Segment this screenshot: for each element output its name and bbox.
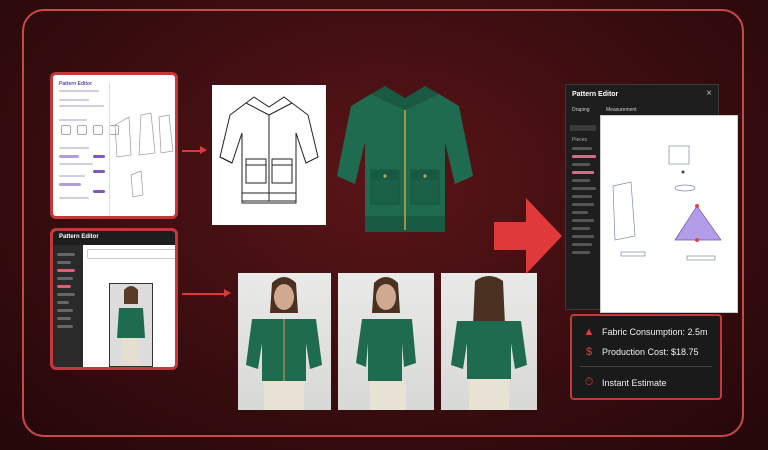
close-icon[interactable]: ×	[706, 88, 712, 99]
jacket-icon: ▲	[583, 326, 595, 338]
tab-draping[interactable]: Draping	[572, 107, 590, 113]
jacket-product-image	[335, 80, 475, 240]
big-arrow-right-icon	[494, 198, 562, 274]
thumbnail-title: Pattern Editor	[59, 81, 93, 87]
tab-measurement[interactable]: Measurement	[606, 107, 637, 113]
cost-estimate-card: ▲ Fabric Consumption: 2.5m $ Production …	[570, 314, 722, 400]
model-photo-back	[441, 273, 537, 410]
dollar-icon: $	[585, 346, 593, 358]
pattern-canvas[interactable]	[600, 115, 738, 313]
thumbnail-dark-title: Pattern Editor	[59, 234, 99, 240]
pattern-editor-thumbnail-light[interactable]: Pattern Editor	[50, 72, 178, 219]
arrow-right-icon	[200, 146, 207, 154]
section-pieces-label: Pieces	[572, 137, 588, 143]
model-mini-icon	[117, 286, 145, 364]
instant-estimate-text: Instant Estimate	[602, 377, 667, 388]
production-cost-text: Production Cost: $18.75	[602, 347, 699, 357]
pattern-pieces-sketch	[114, 112, 174, 198]
card-divider	[580, 366, 712, 367]
panel-title: Pattern Editor	[572, 91, 619, 98]
fabric-consumption-text: Fabric Consumption: 2.5m	[602, 327, 708, 337]
jacket-technical-sketch	[212, 85, 326, 225]
model-photo-side	[338, 273, 434, 410]
arrow-right-icon	[224, 289, 231, 297]
pattern-editor-thumbnail-dark[interactable]: Pattern Editor	[50, 228, 178, 370]
stopwatch-icon: ⏱	[584, 376, 594, 388]
model-photo-front	[238, 273, 331, 410]
